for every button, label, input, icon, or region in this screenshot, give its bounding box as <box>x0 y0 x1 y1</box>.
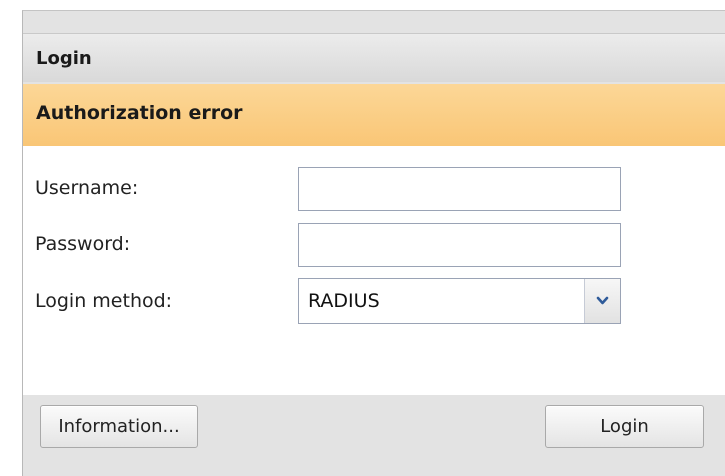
login-button[interactable]: Login <box>545 405 704 448</box>
dropdown-button[interactable] <box>584 279 620 323</box>
login-method-value: RADIUS <box>308 290 380 312</box>
password-label: Password: <box>35 233 131 255</box>
password-input[interactable] <box>298 223 621 267</box>
login-method-select[interactable]: RADIUS <box>298 278 621 324</box>
chevron-down-icon <box>596 296 609 305</box>
login-form: Username: Password: Login method: RADIUS <box>23 146 725 395</box>
username-input[interactable] <box>298 167 621 211</box>
error-message: Authorization error <box>36 102 243 124</box>
information-button[interactable]: Information... <box>40 405 198 448</box>
dialog-title: Login <box>36 48 92 69</box>
username-label: Username: <box>35 177 139 199</box>
login-dialog: Login Authorization error Username: Pass… <box>22 10 725 476</box>
login-method-label: Login method: <box>35 290 173 312</box>
dialog-titlebar: Login <box>23 33 725 82</box>
error-banner: Authorization error <box>23 84 725 146</box>
